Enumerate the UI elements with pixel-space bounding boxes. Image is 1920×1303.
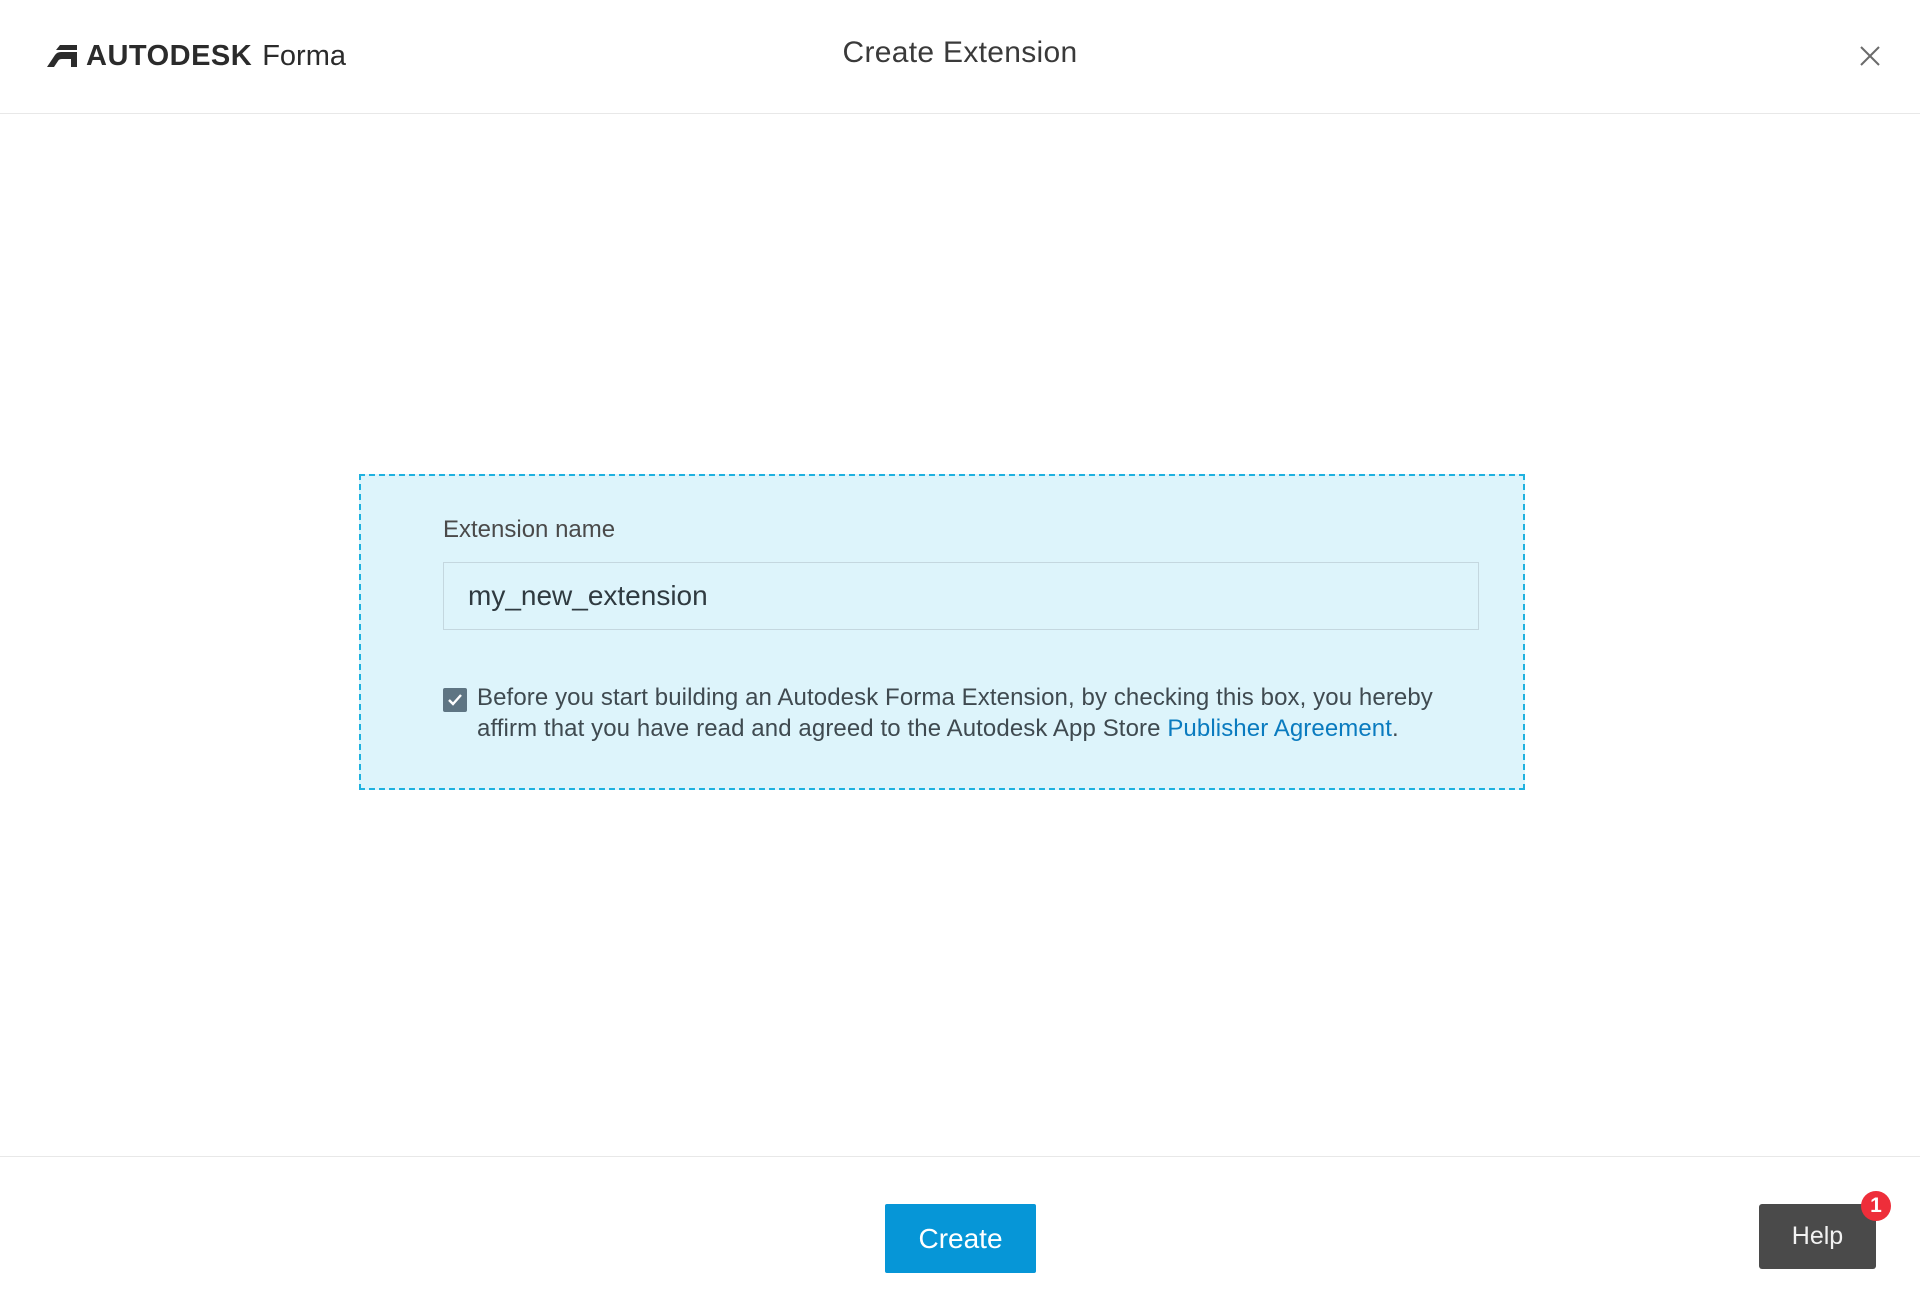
help-notification-badge: 1 [1861, 1191, 1891, 1221]
checkmark-icon [448, 694, 462, 706]
agreement-text: Before you start building an Autodesk Fo… [477, 682, 1483, 744]
create-button[interactable]: Create [885, 1204, 1036, 1273]
agreement-checkbox[interactable] [443, 688, 467, 712]
footer: Create Help 1 [0, 1156, 1920, 1303]
extension-name-label: Extension name [443, 516, 616, 543]
publisher-agreement-link[interactable]: Publisher Agreement [1167, 715, 1392, 742]
extension-name-input[interactable] [443, 562, 1479, 630]
close-button[interactable] [1854, 40, 1886, 72]
close-icon [1860, 46, 1880, 66]
main-content: Extension name Before you start building… [0, 114, 1920, 1156]
help-button[interactable]: Help [1759, 1204, 1876, 1269]
create-extension-dialog: AUTODESK Forma Create Extension Extensio… [0, 0, 1920, 1303]
agreement-period: . [1392, 715, 1399, 742]
extension-form-card: Extension name Before you start building… [359, 474, 1525, 790]
agreement-row: Before you start building an Autodesk Fo… [443, 682, 1483, 744]
dialog-title: Create Extension [842, 36, 1078, 69]
header: AUTODESK Forma Create Extension [0, 0, 1920, 114]
